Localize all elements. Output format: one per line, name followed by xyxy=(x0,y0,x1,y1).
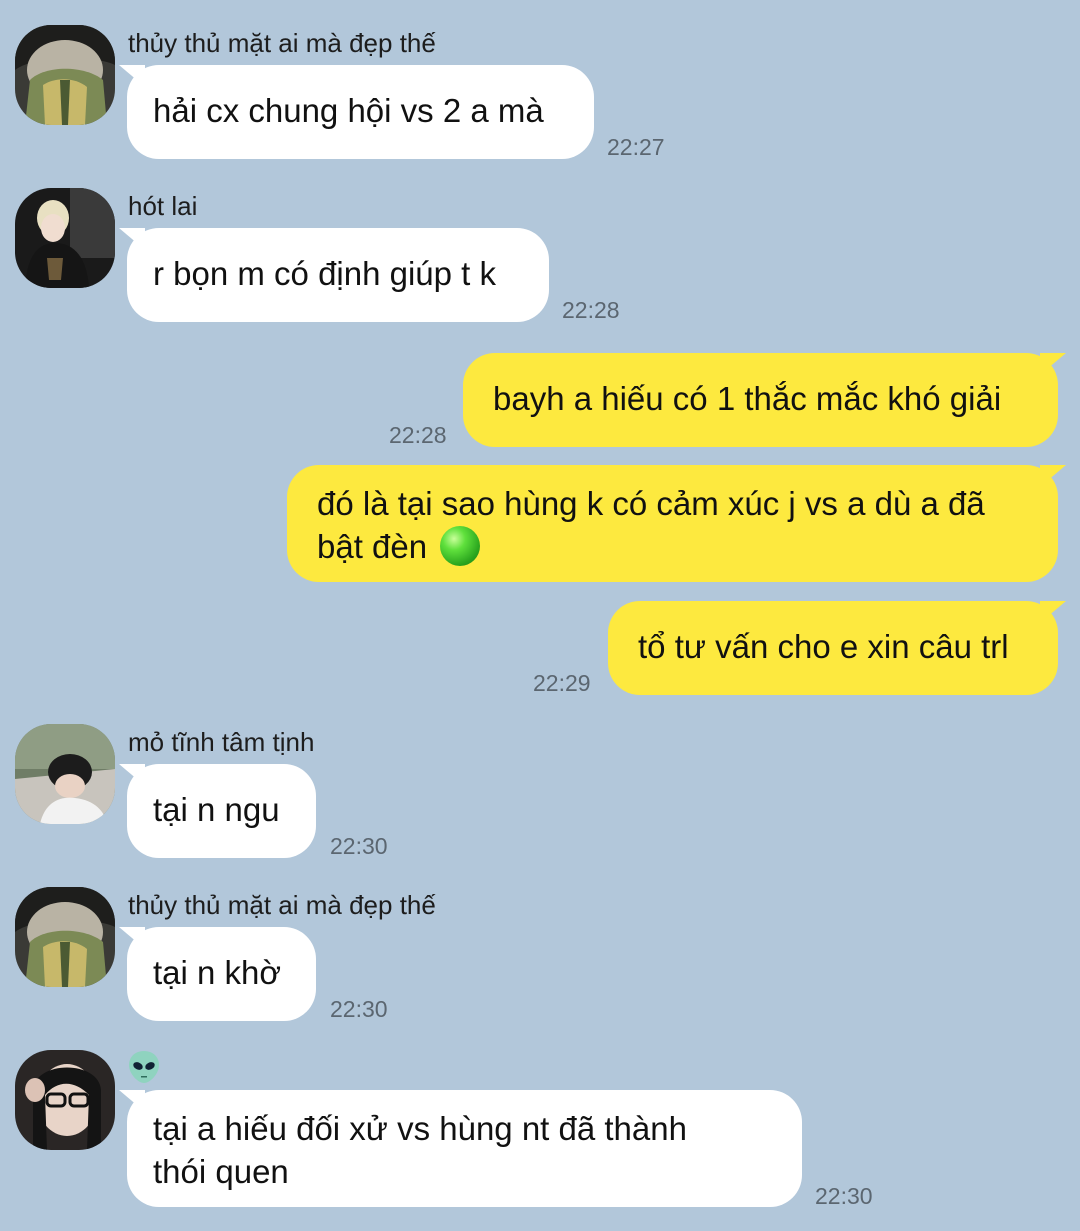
sender-name: thủy thủ mặt ai mà đẹp thế xyxy=(128,28,436,58)
message-text: hải cx chung hội vs 2 a mà xyxy=(153,92,544,129)
avatar[interactable] xyxy=(15,25,115,125)
sender-name: thủy thủ mặt ai mà đẹp thế xyxy=(128,890,436,920)
message-text: tại n khờ xyxy=(153,954,282,991)
message-bubble[interactable]: r bọn m có định giúp t k xyxy=(127,228,549,322)
message-bubble[interactable]: hải cx chung hội vs 2 a mà xyxy=(127,65,594,159)
message-bubble[interactable]: bayh a hiếu có 1 thắc mắc khó giải xyxy=(463,353,1058,447)
avatar[interactable] xyxy=(15,724,115,824)
message-time: 22:30 xyxy=(330,833,388,859)
message-bubble[interactable]: tại a hiếu đối xử vs hùng nt đã thành th… xyxy=(127,1090,802,1207)
message-text: bayh a hiếu có 1 thắc mắc khó giải xyxy=(493,380,1002,417)
message-time: 22:28 xyxy=(389,422,447,448)
avatar[interactable] xyxy=(15,188,115,288)
message-time: 22:30 xyxy=(330,996,388,1022)
message-text-line: tại a hiếu đối xử vs hùng nt đã thành xyxy=(153,1110,687,1147)
message-time: 22:28 xyxy=(562,297,620,323)
sender-name: hót lai xyxy=(128,191,198,221)
message-text: bật đèn xyxy=(317,528,428,565)
message-text: tổ tư vấn cho e xin câu trl xyxy=(638,628,1009,665)
message-text: tại n ngu xyxy=(153,791,280,828)
message-time: 22:27 xyxy=(607,134,665,160)
avatar[interactable] xyxy=(15,887,115,987)
message-text: r bọn m có định giúp t k xyxy=(153,255,497,292)
alien-emoji-icon xyxy=(128,1050,160,1084)
message-text-line: thói quen xyxy=(153,1153,289,1190)
sender-name: mỏ tĩnh tâm tịnh xyxy=(128,727,315,757)
message-bubble[interactable]: tại n khờ xyxy=(127,927,316,1021)
green-circle-emoji-icon xyxy=(440,526,481,566)
message-text-line: bật đèn xyxy=(317,525,1030,568)
avatar[interactable] xyxy=(15,1050,115,1150)
message-bubble[interactable]: tại n ngu xyxy=(127,764,316,858)
message-bubble[interactable]: tổ tư vấn cho e xin câu trl xyxy=(608,601,1058,695)
message-time: 22:29 xyxy=(533,670,591,696)
message-time: 22:30 xyxy=(815,1183,873,1209)
message-bubble[interactable]: đó là tại sao hùng k có cảm xúc j vs a d… xyxy=(287,465,1058,582)
message-text-line: đó là tại sao hùng k có cảm xúc j vs a d… xyxy=(317,485,985,522)
